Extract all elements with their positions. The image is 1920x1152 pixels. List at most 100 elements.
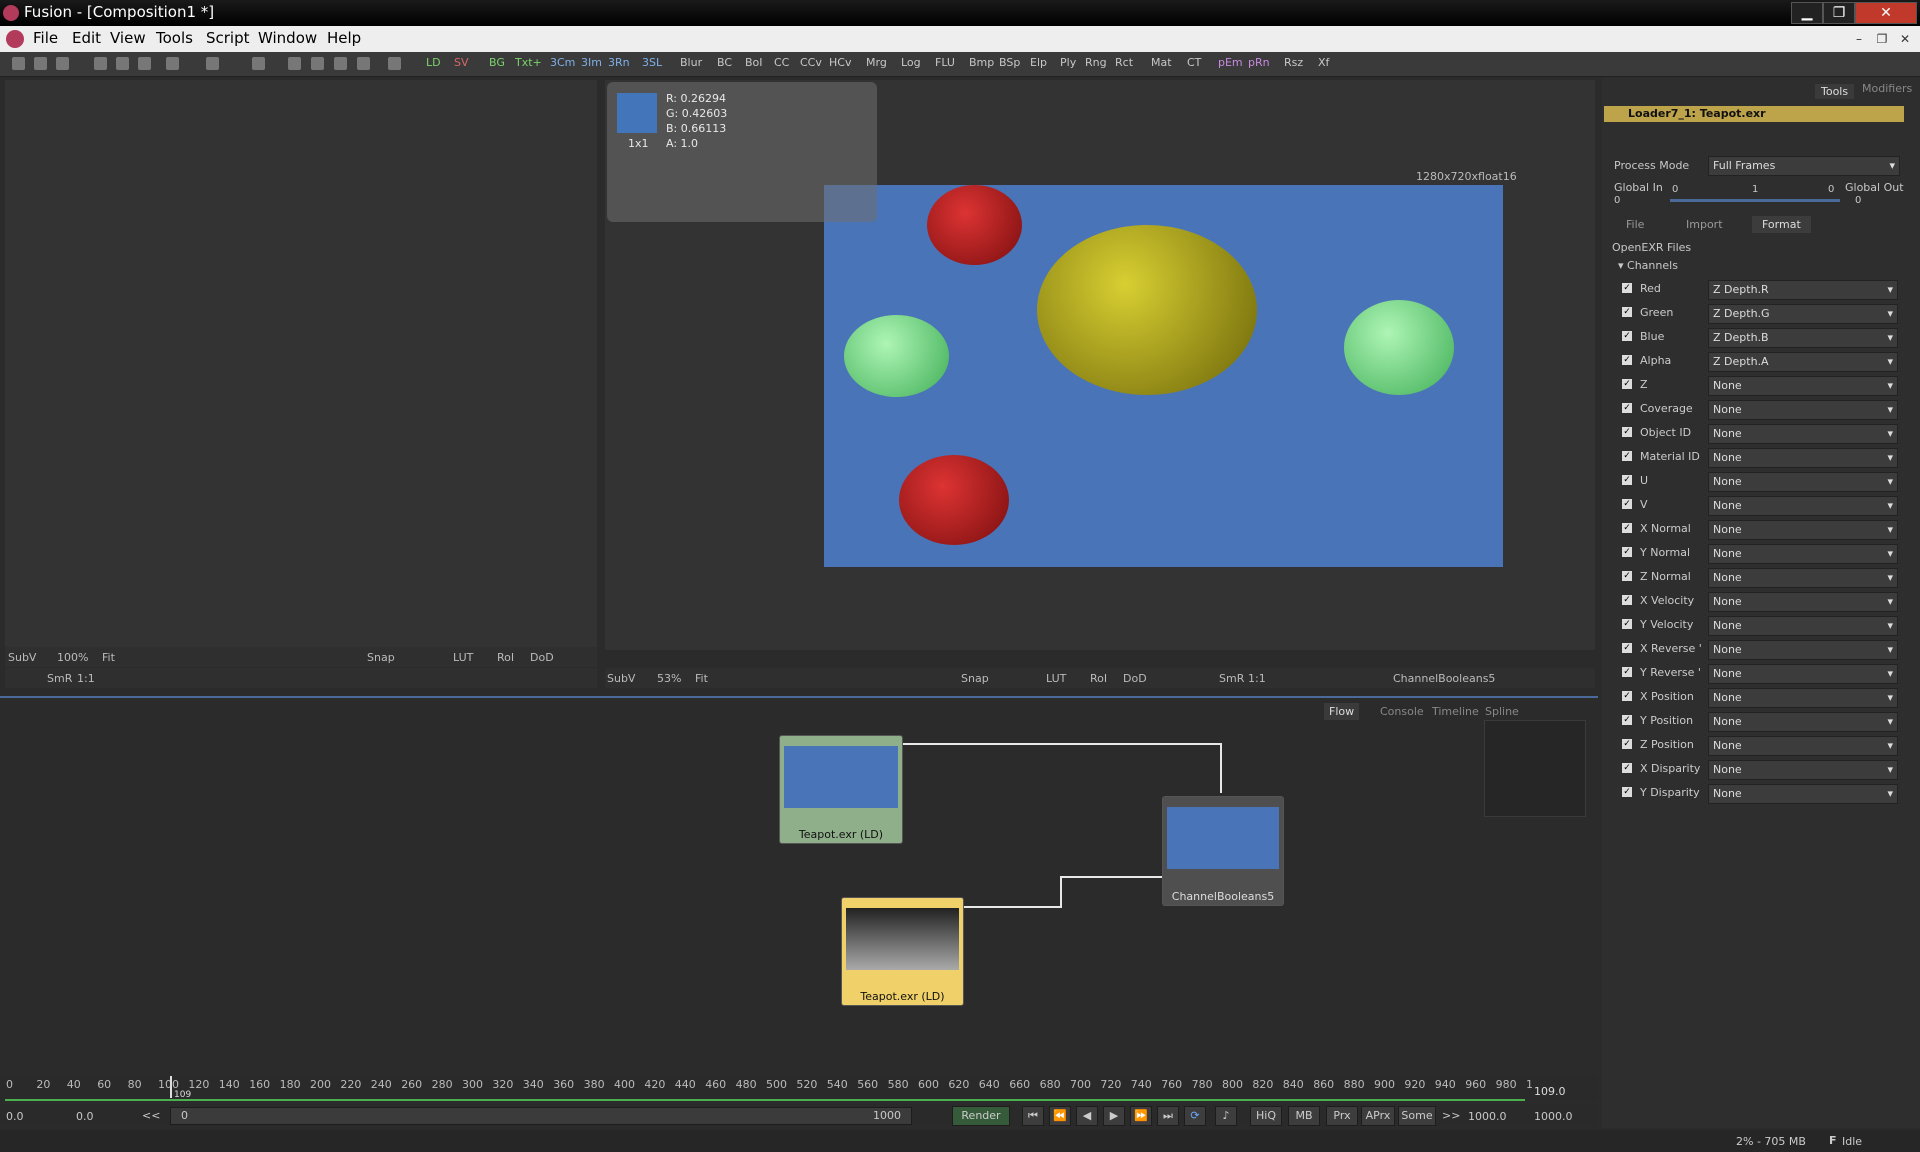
channel-select[interactable]: None ▾ (1708, 784, 1898, 804)
subtab-import[interactable]: Import (1686, 218, 1723, 231)
aprx-button[interactable]: APrx (1361, 1106, 1395, 1126)
flow-navigator[interactable] (1484, 720, 1586, 817)
tool-3cm[interactable]: 3Cm (550, 56, 575, 69)
left-viewer[interactable] (5, 80, 597, 650)
range-prev-icon[interactable]: << (142, 1109, 160, 1122)
global-end-field[interactable]: 1000.0 (1534, 1110, 1573, 1123)
mdi-minimize-icon[interactable]: – (1850, 30, 1868, 48)
new-icon[interactable] (12, 57, 25, 70)
channel-enable-checkbox[interactable]: ✓ (1622, 475, 1632, 485)
tool-bc[interactable]: BC (717, 56, 732, 69)
script-icon[interactable] (388, 57, 401, 70)
channel-enable-checkbox[interactable]: ✓ (1622, 499, 1632, 509)
channel-enable-checkbox[interactable]: ✓ (1622, 355, 1632, 365)
channel-select[interactable]: None ▾ (1708, 424, 1898, 444)
channel-enable-checkbox[interactable]: ✓ (1622, 379, 1632, 389)
left-zoom-button[interactable]: 100% (57, 651, 88, 664)
channel-select[interactable]: Z Depth.B ▾ (1708, 328, 1898, 348)
mb-button[interactable]: MB (1288, 1106, 1320, 1126)
channel-enable-checkbox[interactable]: ✓ (1622, 547, 1632, 557)
tool-boi[interactable]: BoI (745, 56, 763, 69)
tool-bg[interactable]: BG (489, 56, 505, 69)
tool-rsz[interactable]: Rsz (1284, 56, 1303, 69)
paste-icon[interactable] (138, 57, 151, 70)
tab-flow[interactable]: Flow (1324, 703, 1360, 720)
menu-window[interactable]: Window (258, 29, 317, 47)
node-loader-a[interactable]: Teapot.exr (LD) (779, 735, 903, 844)
menu-view[interactable]: View (110, 29, 146, 47)
channels-group-toggle[interactable]: ▾ Channels (1618, 259, 1678, 272)
tool-ply[interactable]: Ply (1060, 56, 1076, 69)
channel-select[interactable]: None ▾ (1708, 760, 1898, 780)
fusion-logo-icon[interactable] (6, 30, 24, 48)
menu-tools[interactable]: Tools (156, 29, 193, 47)
channel-enable-checkbox[interactable]: ✓ (1622, 571, 1632, 581)
channel-select[interactable]: None ▾ (1708, 688, 1898, 708)
channel-enable-checkbox[interactable]: ✓ (1622, 667, 1632, 677)
mdi-restore-icon[interactable]: ❐ (1873, 30, 1891, 48)
current-frame-field[interactable]: 109.0 (1534, 1085, 1566, 1098)
step-forward-icon[interactable]: ⏩ (1130, 1106, 1152, 1126)
menu-file[interactable]: File (33, 29, 58, 47)
tool-ccv[interactable]: CCv (800, 56, 822, 69)
tool-3im[interactable]: 3Im (581, 56, 602, 69)
tool-prn[interactable]: pRn (1248, 56, 1270, 69)
cut-icon[interactable] (94, 57, 107, 70)
goto-end-icon[interactable]: ⏭ (1157, 1106, 1179, 1126)
layout-1-icon[interactable] (288, 57, 301, 70)
tool-elp[interactable]: Elp (1030, 56, 1047, 69)
channel-select[interactable]: None ▾ (1708, 448, 1898, 468)
global-start-field[interactable]: 0.0 (6, 1110, 24, 1123)
tab-console[interactable]: Console (1380, 705, 1424, 718)
play-reverse-icon[interactable]: ◀ (1076, 1106, 1098, 1126)
tool-flu[interactable]: FLU (935, 56, 955, 69)
loop-icon[interactable]: ⟳ (1184, 1106, 1206, 1126)
right-zoom-button[interactable]: 53% (657, 672, 681, 685)
audio-icon[interactable]: ♪ (1215, 1106, 1237, 1126)
tool-sv[interactable]: SV (454, 56, 469, 69)
channel-select[interactable]: Z Depth.G ▾ (1708, 304, 1898, 324)
layout-3-icon[interactable] (334, 57, 347, 70)
channel-enable-checkbox[interactable]: ✓ (1622, 643, 1632, 653)
prx-button[interactable]: Prx (1326, 1106, 1358, 1126)
render-end-field[interactable]: 1000.0 (1468, 1110, 1507, 1123)
right-one-to-one-button[interactable]: 1:1 (1248, 672, 1266, 685)
step-back-icon[interactable]: ⏪ (1049, 1106, 1071, 1126)
channel-enable-checkbox[interactable]: ✓ (1622, 691, 1632, 701)
viewer-image[interactable] (824, 185, 1503, 567)
tool-rng[interactable]: Rng (1085, 56, 1107, 69)
open-icon[interactable] (34, 57, 47, 70)
tool-hcv[interactable]: HCv (829, 56, 851, 69)
tool-xf[interactable]: Xf (1318, 56, 1329, 69)
channel-enable-checkbox[interactable]: ✓ (1622, 283, 1632, 293)
tool-cc[interactable]: CC (774, 56, 789, 69)
tool-ct[interactable]: CT (1187, 56, 1201, 69)
tool-ld[interactable]: LD (426, 56, 441, 69)
channel-enable-checkbox[interactable]: ✓ (1622, 787, 1632, 797)
subtab-format[interactable]: Format (1752, 216, 1811, 233)
tab-tools[interactable]: Tools (1815, 84, 1855, 99)
channel-select[interactable]: None ▾ (1708, 592, 1898, 612)
process-mode-select[interactable]: Full Frames ▾ (1708, 156, 1900, 176)
close-button[interactable]: ✕ (1855, 2, 1917, 24)
channel-select[interactable]: None ▾ (1708, 400, 1898, 420)
channel-select[interactable]: None ▾ (1708, 496, 1898, 516)
tab-timeline[interactable]: Timeline (1432, 705, 1479, 718)
tool-txt[interactable]: Txt+ (515, 56, 542, 69)
tool-pem[interactable]: pEm (1218, 56, 1243, 69)
copy-icon[interactable] (116, 57, 129, 70)
left-fit-button[interactable]: Fit (102, 651, 115, 664)
tool-blur[interactable]: Blur (680, 56, 702, 69)
global-in-value[interactable]: 0 (1614, 195, 1620, 206)
channel-select[interactable]: None ▾ (1708, 544, 1898, 564)
channel-select[interactable]: Z Depth.R ▾ (1708, 280, 1898, 300)
left-roi-button[interactable]: RoI (497, 651, 514, 664)
mdi-close-icon[interactable]: ✕ (1896, 30, 1914, 48)
left-dod-button[interactable]: DoD (530, 651, 554, 664)
global-out-value[interactable]: 0 (1855, 195, 1861, 206)
channel-enable-checkbox[interactable]: ✓ (1622, 739, 1632, 749)
channel-select[interactable]: None ▾ (1708, 664, 1898, 684)
left-one-to-one-button[interactable]: 1:1 (77, 672, 95, 685)
node-channel-booleans[interactable]: ChannelBooleans5 (1162, 796, 1284, 906)
channel-enable-checkbox[interactable]: ✓ (1622, 451, 1632, 461)
